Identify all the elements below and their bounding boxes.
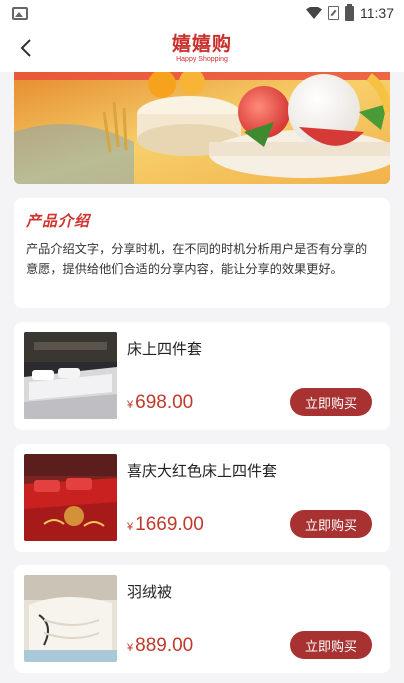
brand-logo: 嬉嬉购 Happy Shopping	[171, 33, 232, 64]
product-image	[24, 332, 117, 419]
back-button[interactable]	[14, 36, 38, 60]
product-price: ¥698.00	[127, 392, 193, 414]
buy-now-button[interactable]: 立即购买	[290, 631, 372, 659]
product-card[interactable]: 床上四件套 ¥698.00 立即购买	[14, 322, 390, 430]
product-price: ¥889.00	[127, 635, 193, 657]
product-name: 喜庆大红色床上四件套	[127, 462, 278, 480]
app-subtitle: Happy Shopping	[176, 56, 228, 63]
product-price: ¥1669.00	[127, 514, 204, 536]
intro-title: 产品介绍	[26, 212, 91, 230]
buy-now-button[interactable]: 立即购买	[290, 510, 372, 538]
product-image	[24, 575, 117, 662]
price-value: 1669.00	[135, 514, 204, 535]
no-sim-icon	[328, 6, 339, 20]
status-time: 11:37	[360, 5, 394, 21]
product-image	[24, 454, 117, 541]
currency-symbol: ¥	[127, 642, 134, 654]
wifi-icon	[306, 7, 322, 19]
product-intro-card: 产品介绍 产品介绍文字，分享时机，在不同的时机分析用户是否有分享的意愿，提供给他…	[14, 198, 390, 308]
product-card[interactable]: 羽绒被 ¥889.00 立即购买	[14, 565, 390, 673]
currency-symbol: ¥	[127, 399, 134, 411]
image-notification-icon	[12, 6, 28, 20]
chevron-left-icon	[20, 39, 31, 57]
product-name: 床上四件套	[127, 340, 203, 358]
product-name: 羽绒被	[127, 583, 173, 601]
fruit-banner-image	[14, 72, 390, 184]
battery-icon	[345, 3, 354, 21]
promo-banner[interactable]	[14, 72, 390, 184]
app-title: 嬉嬉购	[171, 33, 232, 55]
price-value: 889.00	[135, 635, 194, 656]
product-card[interactable]: 喜庆大红色床上四件套 ¥1669.00 立即购买	[14, 444, 390, 552]
price-value: 698.00	[135, 392, 194, 413]
status-bar: 11:37	[0, 0, 404, 26]
buy-now-button[interactable]: 立即购买	[290, 388, 372, 416]
intro-text: 产品介绍文字，分享时机，在不同的时机分析用户是否有分享的意愿，提供给他们合适的分…	[26, 242, 368, 276]
app-header: 嬉嬉购 Happy Shopping	[0, 26, 404, 72]
currency-symbol: ¥	[127, 521, 134, 533]
